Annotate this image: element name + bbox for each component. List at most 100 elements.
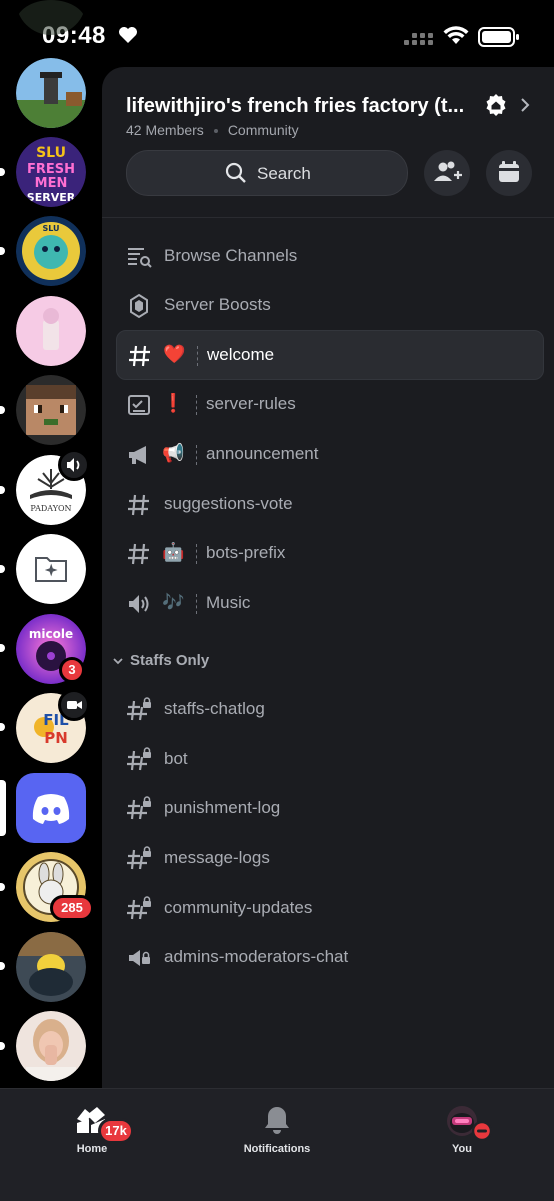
browse-channels-item[interactable]: Browse Channels bbox=[116, 232, 542, 280]
server-icon[interactable] bbox=[16, 58, 86, 128]
selected-server-indicator bbox=[0, 780, 6, 836]
svg-text:SLU: SLU bbox=[36, 145, 66, 161]
server-name[interactable]: lifewithjiro's french fries factory (t..… bbox=[126, 95, 464, 118]
server-meta: 42 Members Community bbox=[126, 122, 299, 138]
svg-text:PN: PN bbox=[44, 729, 68, 747]
add-member-icon bbox=[434, 161, 462, 181]
channel-music[interactable]: 🎶 Music bbox=[116, 579, 542, 627]
server-icon[interactable] bbox=[16, 296, 86, 366]
channel-admins-moderators-chat[interactable]: admins-moderators-chat bbox=[116, 933, 542, 981]
invite-members-button[interactable] bbox=[424, 150, 470, 196]
bottom-tab-bar: 17k Home Notifications You bbox=[0, 1088, 554, 1201]
megaphone-icon bbox=[129, 446, 146, 464]
channel-name: bots-prefix bbox=[206, 543, 286, 562]
robot-emoji: 🤖 bbox=[162, 542, 185, 562]
voice-activity-badge bbox=[58, 449, 90, 481]
unread-indicator bbox=[0, 883, 5, 891]
mention-badge: 285 bbox=[50, 895, 94, 921]
channel-divider bbox=[197, 346, 198, 366]
server-icon-selected[interactable] bbox=[16, 773, 86, 843]
unread-indicator bbox=[0, 962, 5, 970]
locked-hashtag-icon bbox=[127, 896, 151, 920]
unread-indicator bbox=[0, 406, 5, 414]
channel-name: message-logs bbox=[164, 848, 270, 867]
channel-divider bbox=[196, 544, 197, 564]
speaker-icon bbox=[67, 458, 80, 472]
discord-logo-icon bbox=[32, 794, 70, 824]
channel-name: admins-moderators-chat bbox=[164, 947, 349, 966]
locked-hashtag-icon bbox=[127, 796, 151, 820]
channel-welcome[interactable]: ❤️ welcome bbox=[116, 330, 544, 380]
channel-message-logs[interactable]: message-logs bbox=[116, 834, 542, 882]
server-logo-text: micole bbox=[29, 627, 73, 641]
channel-divider bbox=[196, 395, 197, 415]
unread-indicator bbox=[0, 565, 5, 573]
locked-hashtag-icon bbox=[127, 747, 151, 771]
chevron-down-icon bbox=[113, 658, 123, 665]
svg-text:SERVER: SERVER bbox=[27, 191, 76, 204]
server-logo-text: PADAYON bbox=[30, 504, 71, 513]
svg-text:FRESH: FRESH bbox=[27, 162, 75, 177]
chevron-right-icon[interactable] bbox=[520, 97, 530, 113]
tab-home[interactable]: 17k Home bbox=[0, 1089, 184, 1201]
category-label: Staffs Only bbox=[130, 652, 210, 669]
server-icon[interactable] bbox=[16, 375, 86, 445]
rules-icon bbox=[128, 395, 150, 415]
server-rail: SLU FRESH MEN SERVER SLU PADAYON micole … bbox=[0, 0, 102, 1088]
tab-label: Notifications bbox=[243, 1143, 311, 1155]
unread-indicator bbox=[0, 644, 5, 652]
channel-name: welcome bbox=[207, 345, 275, 364]
member-count: 42 Members bbox=[126, 122, 204, 138]
channel-server-rules[interactable]: ❗ server-rules bbox=[116, 380, 542, 428]
server-icon[interactable] bbox=[16, 1011, 86, 1081]
unread-indicator bbox=[0, 247, 5, 255]
notification-count-badge: 17k bbox=[98, 1118, 134, 1144]
channel-name: staffs-chatlog bbox=[164, 699, 265, 718]
hashtag-icon bbox=[129, 345, 150, 367]
channel-name: server-rules bbox=[206, 394, 296, 413]
speaker-icon bbox=[129, 595, 149, 613]
calendar-icon bbox=[499, 161, 519, 182]
search-icon bbox=[225, 162, 246, 183]
mention-badge: 3 bbox=[59, 657, 85, 683]
channel-punishment-log[interactable]: punishment-log bbox=[116, 784, 542, 832]
locked-hashtag-icon bbox=[127, 846, 151, 870]
channel-bots-prefix[interactable]: 🤖 bots-prefix bbox=[116, 529, 542, 577]
channel-divider bbox=[196, 594, 197, 614]
tab-you[interactable]: You bbox=[370, 1089, 554, 1201]
heart-emoji: ❤️ bbox=[163, 344, 186, 364]
tab-label: Home bbox=[76, 1143, 108, 1155]
server-folder-icon[interactable] bbox=[16, 534, 86, 604]
channel-community-updates[interactable]: community-updates bbox=[116, 884, 542, 932]
server-icon[interactable] bbox=[16, 932, 86, 1002]
server-icon-partial[interactable] bbox=[16, 0, 86, 46]
unread-indicator bbox=[0, 486, 5, 494]
unread-indicator bbox=[0, 168, 5, 176]
hashtag-icon bbox=[128, 543, 149, 565]
locked-hashtag-icon bbox=[127, 697, 151, 721]
channel-suggestions-vote[interactable]: suggestions-vote bbox=[116, 480, 542, 528]
server-icon[interactable]: SLU bbox=[16, 216, 86, 286]
events-button[interactable] bbox=[486, 150, 532, 196]
server-type: Community bbox=[227, 122, 299, 138]
battery-icon bbox=[478, 27, 519, 47]
video-camera-icon bbox=[67, 701, 82, 709]
bell-icon bbox=[265, 1107, 289, 1134]
browse-channels-icon bbox=[128, 248, 152, 268]
server-icon[interactable]: SLU FRESH MEN SERVER bbox=[16, 137, 86, 207]
search-button[interactable]: Search bbox=[126, 150, 408, 196]
community-server-icon bbox=[486, 94, 506, 116]
channel-name: announcement bbox=[206, 444, 319, 463]
video-activity-badge bbox=[58, 689, 90, 721]
server-boosts-item[interactable]: Server Boosts bbox=[116, 281, 542, 329]
unread-indicator bbox=[0, 723, 5, 731]
channel-announcement[interactable]: 📢 announcement bbox=[116, 430, 542, 478]
search-label: Search bbox=[257, 164, 311, 183]
tab-notifications[interactable]: Notifications bbox=[185, 1089, 369, 1201]
channel-bot[interactable]: bot bbox=[116, 735, 542, 783]
channel-staffs-chatlog[interactable]: staffs-chatlog bbox=[116, 685, 542, 733]
heart-icon bbox=[119, 27, 137, 43]
locked-announcement-icon bbox=[129, 950, 150, 966]
channel-panel: lifewithjiro's french fries factory (t..… bbox=[102, 67, 554, 1088]
tab-label: You bbox=[452, 1143, 472, 1155]
